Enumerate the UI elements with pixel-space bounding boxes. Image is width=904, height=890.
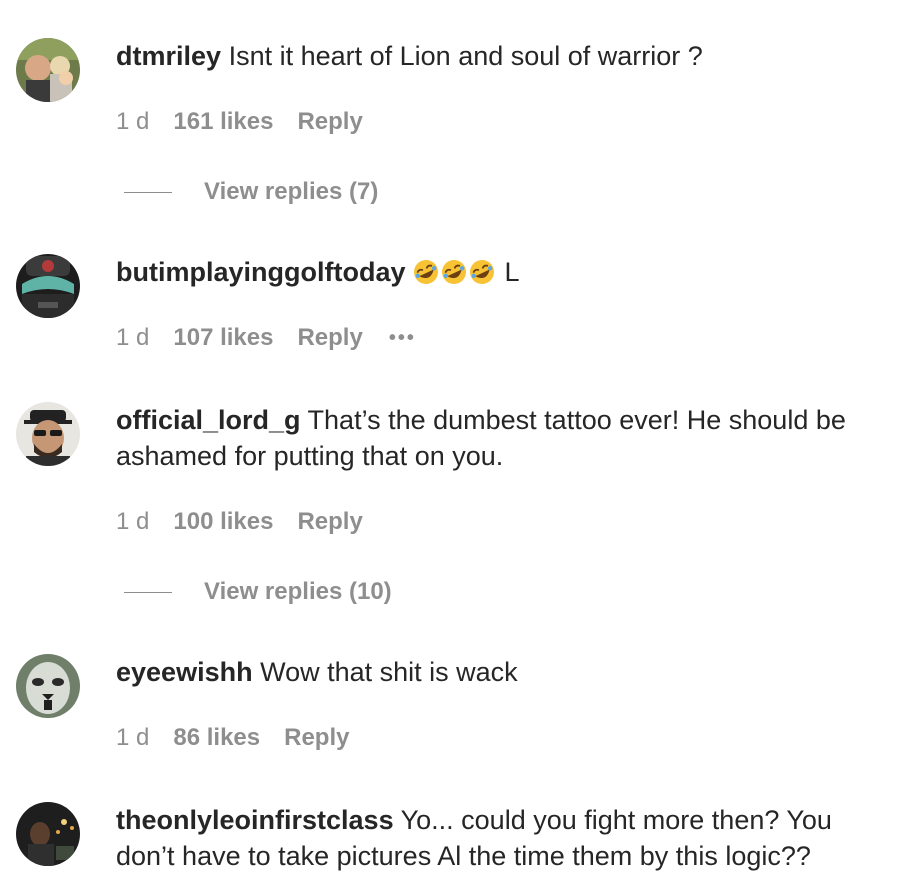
avatar-image bbox=[16, 654, 80, 718]
avatar-image bbox=[16, 254, 80, 318]
view-replies-label: View replies (10) bbox=[204, 578, 392, 605]
comment-username[interactable]: official_lord_g bbox=[116, 405, 301, 435]
rolling-on-floor-laughing-emoji bbox=[414, 260, 439, 284]
avatar-image bbox=[16, 802, 80, 866]
more-options-icon[interactable]: ••• bbox=[389, 322, 416, 354]
comment-text: L bbox=[504, 257, 520, 287]
comment-meta: 1 d 161 likes Reply bbox=[116, 106, 363, 138]
replies-divider-line bbox=[124, 591, 172, 593]
comment-age[interactable]: 1 d bbox=[116, 506, 149, 538]
comment-likes[interactable]: 107 likes bbox=[173, 322, 273, 354]
avatar[interactable] bbox=[16, 402, 80, 466]
comment-meta: 1 d 100 likes Reply bbox=[116, 506, 363, 538]
emoji-group bbox=[413, 257, 505, 287]
comment-body: dtmriley Isnt it heart of Lion and soul … bbox=[116, 38, 886, 74]
comment-body: official_lord_g That’s the dumbest tatto… bbox=[116, 402, 886, 474]
comment-username[interactable]: dtmriley bbox=[116, 41, 221, 71]
comment-body: butimplayinggolftoday L bbox=[116, 254, 886, 290]
avatar[interactable] bbox=[16, 38, 80, 102]
comment-text: Wow that shit is wack bbox=[260, 657, 518, 687]
rolling-on-floor-laughing-emoji bbox=[470, 260, 495, 284]
reply-button[interactable]: Reply bbox=[297, 506, 362, 538]
comment-age[interactable]: 1 d bbox=[116, 106, 149, 138]
comment-meta: 1 d 86 likes Reply bbox=[116, 722, 349, 754]
comment-age[interactable]: 1 d bbox=[116, 322, 149, 354]
view-replies-button[interactable]: View replies (10) bbox=[124, 576, 392, 608]
reply-button[interactable]: Reply bbox=[297, 322, 362, 354]
avatar[interactable] bbox=[16, 654, 80, 718]
comment-likes[interactable]: 86 likes bbox=[173, 722, 260, 754]
rolling-on-floor-laughing-emoji bbox=[442, 260, 467, 284]
comment-meta: 1 d 107 likes Reply ••• bbox=[116, 322, 416, 354]
avatar[interactable] bbox=[16, 254, 80, 318]
replies-divider-line bbox=[124, 191, 172, 193]
view-replies-button[interactable]: View replies (7) bbox=[124, 176, 378, 208]
view-replies-label: View replies (7) bbox=[204, 178, 379, 205]
avatar-image bbox=[16, 38, 80, 102]
comment-text: Isnt it heart of Lion and soul of warrio… bbox=[228, 41, 703, 71]
reply-button[interactable]: Reply bbox=[284, 722, 349, 754]
comment-username[interactable]: theonlyleoinfirstclass bbox=[116, 805, 394, 835]
comment-likes[interactable]: 100 likes bbox=[173, 506, 273, 538]
avatar-image bbox=[16, 402, 80, 466]
comment-age[interactable]: 1 d bbox=[116, 722, 149, 754]
comment-username[interactable]: eyeewishh bbox=[116, 657, 253, 687]
comment-body: eyeewishh Wow that shit is wack bbox=[116, 654, 886, 690]
comment-username[interactable]: butimplayinggolftoday bbox=[116, 257, 406, 287]
comment-likes[interactable]: 161 likes bbox=[173, 106, 273, 138]
reply-button[interactable]: Reply bbox=[297, 106, 362, 138]
avatar[interactable] bbox=[16, 802, 80, 866]
comment-body: theonlyleoinfirstclass Yo... could you f… bbox=[116, 802, 886, 874]
